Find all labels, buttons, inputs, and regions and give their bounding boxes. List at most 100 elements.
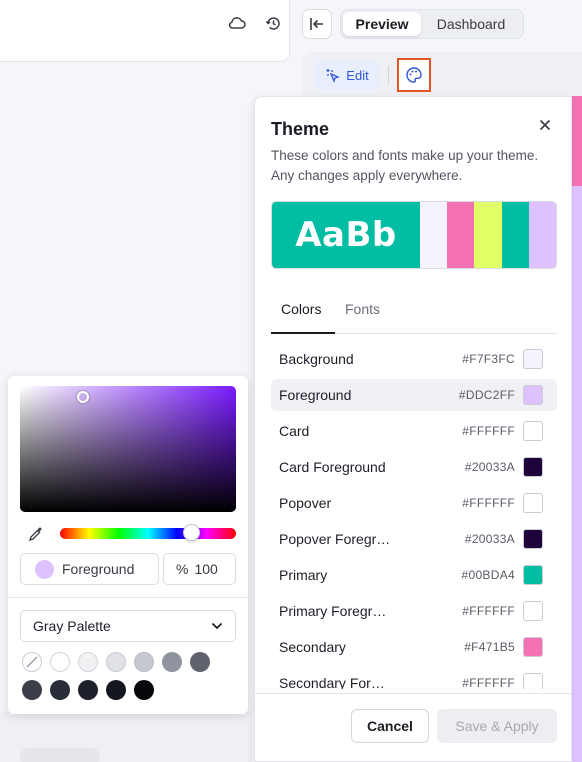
- theme-preview-card: AaBb: [271, 201, 557, 269]
- theme-preview-text: AaBb: [272, 202, 420, 268]
- footer-divider: [255, 693, 571, 694]
- palette-dropdown[interactable]: Gray Palette: [20, 610, 236, 642]
- color-name: Card Foreground: [279, 459, 386, 475]
- opacity-field[interactable]: % 100: [163, 553, 236, 585]
- foreground-swatch: [35, 559, 54, 579]
- preview-swatch-accent: [474, 202, 502, 268]
- color-hex: #20033A: [464, 460, 515, 474]
- color-swatch[interactable]: [523, 349, 543, 369]
- theme-panel: Theme These colors and fonts make up you…: [254, 96, 572, 762]
- collapse-sidebar-button[interactable]: [302, 9, 332, 39]
- color-hex: #00BDA4: [461, 568, 515, 582]
- color-name: Primary: [279, 567, 328, 583]
- color-hex: #F471B5: [464, 640, 515, 654]
- edit-button-label: Edit: [346, 67, 369, 83]
- swatch-gray-950[interactable]: [106, 680, 126, 700]
- color-name: Foreground: [279, 387, 352, 403]
- saturation-value-area[interactable]: [20, 386, 236, 512]
- palette-dropdown-label: Gray Palette: [33, 618, 111, 634]
- tab-colors[interactable]: Colors: [271, 294, 335, 334]
- color-picker-popover: Foreground % 100 Gray Palette: [8, 376, 248, 714]
- chevron-down-icon: [211, 622, 223, 630]
- collapse-left-icon: [310, 18, 323, 30]
- preview-swatch-foreground: [528, 202, 556, 268]
- eyedropper-icon[interactable]: [26, 524, 46, 544]
- picker-divider: [8, 597, 248, 598]
- tab-preview[interactable]: Preview: [343, 12, 421, 36]
- opacity-value: 100: [194, 561, 218, 577]
- color-name: Popover Foregr…: [279, 531, 391, 547]
- color-row-background[interactable]: Background #F7F3FC: [271, 343, 557, 375]
- swatch-gray-100[interactable]: [78, 652, 98, 672]
- swatch-gray-700[interactable]: [22, 680, 42, 700]
- tab-fonts[interactable]: Fonts: [335, 294, 380, 334]
- color-hex: #DDC2FF: [458, 388, 515, 402]
- color-row-secondary-foreground[interactable]: Secondary For… #FFFFFF: [271, 667, 557, 689]
- color-hex: #FFFFFF: [462, 424, 515, 438]
- color-hex: #FFFFFF: [462, 496, 515, 510]
- color-swatch[interactable]: [523, 529, 543, 549]
- color-hex: #FFFFFF: [462, 676, 515, 689]
- color-row-primary[interactable]: Primary #00BDA4: [271, 559, 557, 591]
- color-row-popover[interactable]: Popover #FFFFFF: [271, 487, 557, 519]
- color-name: Popover: [279, 495, 332, 511]
- color-name: Card: [279, 423, 310, 439]
- preview-swatch-secondary: [447, 202, 475, 268]
- color-hex: #FFFFFF: [462, 604, 515, 618]
- color-swatch[interactable]: [523, 565, 543, 585]
- color-name: Secondary For…: [279, 675, 385, 689]
- theme-description: These colors and fonts make up your them…: [271, 148, 539, 183]
- theme-palette-button[interactable]: [397, 58, 431, 92]
- color-row-foreground[interactable]: Foreground #DDC2FF: [271, 379, 557, 411]
- color-list: Background #F7F3FC Foreground #DDC2FF Ca…: [271, 337, 557, 689]
- color-swatch[interactable]: [523, 385, 543, 405]
- palette-icon: [406, 67, 422, 83]
- color-row-card[interactable]: Card #FFFFFF: [271, 415, 557, 447]
- theme-tabs: Colors Fonts: [271, 294, 557, 334]
- swatch-gray-300[interactable]: [134, 652, 154, 672]
- tab-dashboard[interactable]: Dashboard: [421, 12, 521, 36]
- swatch-gray-200[interactable]: [106, 652, 126, 672]
- swatch-none[interactable]: [22, 652, 42, 672]
- preview-swatch-background: [420, 202, 448, 268]
- color-swatch[interactable]: [523, 421, 543, 441]
- preview-strip-purple: [572, 186, 582, 762]
- color-token-field[interactable]: Foreground: [20, 553, 159, 585]
- swatch-gray-600[interactable]: [190, 652, 210, 672]
- preview-swatch-primary: [501, 202, 529, 268]
- color-row-secondary[interactable]: Secondary #F471B5: [271, 631, 557, 663]
- color-row-card-foreground[interactable]: Card Foreground #20033A: [271, 451, 557, 483]
- swatch-gray-500[interactable]: [162, 652, 182, 672]
- close-button[interactable]: [535, 115, 555, 135]
- cloud-icon[interactable]: [226, 12, 248, 34]
- editor-stub-pill: [20, 748, 100, 762]
- hue-slider[interactable]: [60, 528, 236, 539]
- edit-button[interactable]: Edit: [315, 60, 379, 90]
- color-swatch[interactable]: [523, 601, 543, 621]
- color-row-primary-foreground[interactable]: Primary Foregr… #FFFFFF: [271, 595, 557, 627]
- swatch-gray-800[interactable]: [50, 680, 70, 700]
- hue-slider-handle[interactable]: [183, 524, 200, 541]
- color-name: Background: [279, 351, 354, 367]
- swatch-black[interactable]: [134, 680, 154, 700]
- color-token-label: Foreground: [62, 561, 135, 577]
- color-swatch[interactable]: [523, 493, 543, 513]
- magic-cursor-icon: [326, 68, 341, 83]
- color-swatch[interactable]: [523, 673, 543, 689]
- toolbar-separator: [388, 66, 389, 84]
- swatch-white[interactable]: [50, 652, 70, 672]
- color-swatch[interactable]: [523, 637, 543, 657]
- swatch-gray-900[interactable]: [78, 680, 98, 700]
- saturation-handle[interactable]: [77, 391, 89, 403]
- save-apply-button[interactable]: Save & Apply: [437, 709, 557, 743]
- color-name: Primary Foregr…: [279, 603, 387, 619]
- color-hex: #20033A: [464, 532, 515, 546]
- color-swatch[interactable]: [523, 457, 543, 477]
- theme-title: Theme: [271, 119, 330, 139]
- history-icon[interactable]: [262, 12, 284, 34]
- cancel-button[interactable]: Cancel: [351, 709, 429, 743]
- view-tabs: Preview Dashboard: [340, 9, 524, 39]
- preview-strip-pink: [572, 96, 582, 186]
- color-row-popover-foreground[interactable]: Popover Foregr… #20033A: [271, 523, 557, 555]
- color-name: Secondary: [279, 639, 346, 655]
